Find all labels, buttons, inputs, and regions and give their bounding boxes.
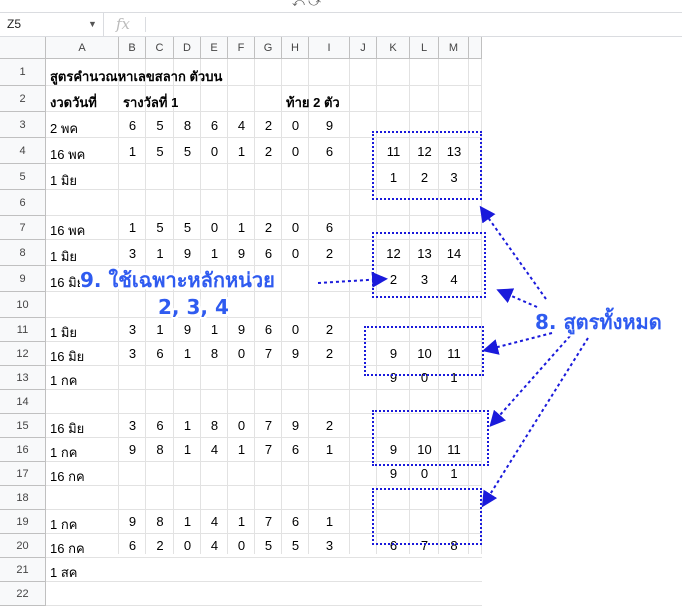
grid-hline [46, 557, 482, 558]
arrow-box-1 [479, 205, 547, 300]
all-formulas-annotation: 8. สูตรทั้งหมด [535, 310, 662, 334]
units-annotation-line2: 2, 3, 4 [158, 295, 229, 319]
arrow-box-4 [489, 335, 571, 427]
grid-hline [46, 581, 482, 582]
row-header-22[interactable]: 22 [0, 582, 46, 606]
arrow-box-5 [481, 337, 589, 508]
arrow-to-units [317, 271, 388, 288]
units-annotation-line1: 9. ใช้เฉพาะหลักหน่วย [80, 268, 275, 292]
arrow-box-2 [496, 288, 538, 308]
date-cell[interactable]: 1 สค [50, 562, 77, 583]
row-header-21[interactable]: 21 [0, 558, 46, 582]
